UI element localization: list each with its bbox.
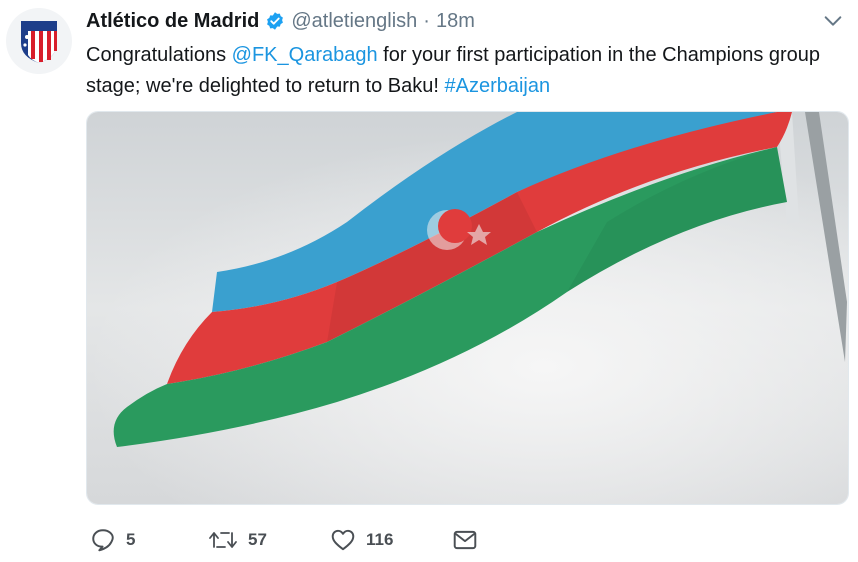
like-count: 116 (366, 530, 394, 549)
retweet-icon (209, 532, 237, 548)
author-handle[interactable]: @atletienglish (291, 10, 417, 33)
chevron-down-icon[interactable] (822, 10, 844, 37)
hashtag-link[interactable]: #Azerbaijan (444, 75, 550, 97)
atletico-crest-icon (21, 21, 57, 63)
direct-message-button[interactable] (452, 527, 478, 553)
retweet-button[interactable]: 57 (208, 527, 330, 553)
azerbaijan-flag-image (87, 112, 848, 504)
verified-badge-icon (265, 11, 285, 31)
reply-icon (92, 529, 114, 552)
mention-link[interactable]: @FK_Qarabagh (232, 44, 378, 66)
author-name[interactable]: Atlético de Madrid (86, 10, 259, 33)
tweet-text: Congratulations @FK_Qarabagh for your fi… (86, 40, 826, 102)
reply-count: 5 (126, 530, 136, 549)
tweet-text-part1: Congratulations (86, 44, 232, 66)
tweet-media-image[interactable] (86, 111, 849, 505)
like-button[interactable]: 116 (330, 527, 452, 553)
avatar[interactable] (6, 8, 72, 74)
tweet-timestamp[interactable]: 18m (436, 10, 475, 33)
heart-icon (331, 529, 355, 551)
tweet-header: Atlético de Madrid @atletienglish · 18m (86, 6, 798, 36)
tweet-actions: 5 57 116 (90, 522, 478, 558)
reply-button[interactable]: 5 (90, 527, 208, 553)
separator-dot: · (423, 9, 430, 32)
retweet-count: 57 (248, 530, 267, 549)
envelope-icon (453, 530, 477, 550)
